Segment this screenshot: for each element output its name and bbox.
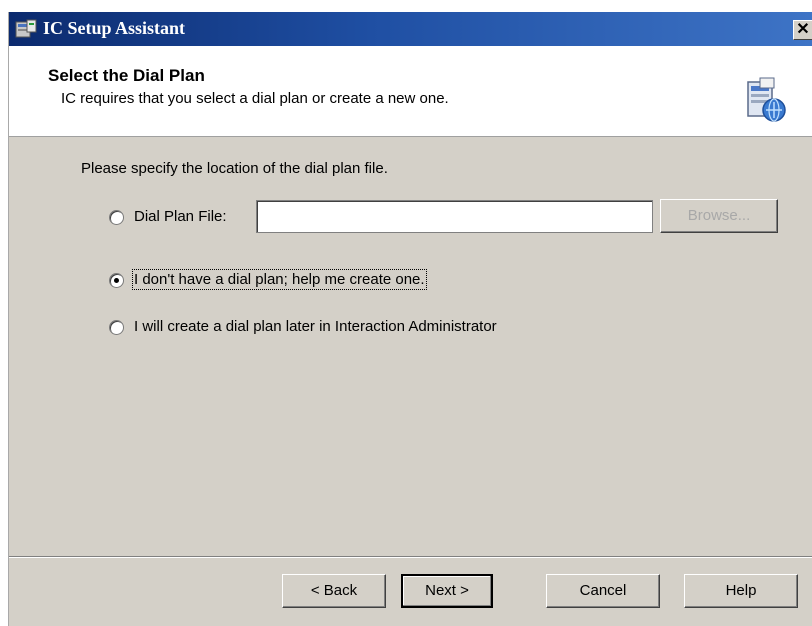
window-title: IC Setup Assistant <box>43 18 186 38</box>
setup-wizard-icon <box>747 77 786 122</box>
app-icon <box>15 19 37 38</box>
create-dial-plan-radio[interactable] <box>109 273 124 288</box>
dial-plan-file-radio[interactable] <box>109 210 124 225</box>
close-icon: ✕ <box>796 21 810 38</box>
page-subtitle: IC requires that you select a dial plan … <box>61 90 449 107</box>
title-bar[interactable]: IC Setup Assistant ✕ <box>9 12 812 46</box>
cancel-button[interactable]: Cancel <box>546 574 660 608</box>
browse-button[interactable]: Browse... <box>660 199 778 233</box>
help-button[interactable]: Help <box>684 574 798 608</box>
create-later-label: I will create a dial plan later in Inter… <box>134 318 497 335</box>
setup-assistant-window: IC Setup Assistant ✕ Select the Dial Pla… <box>8 12 812 626</box>
instruction-text: Please specify the location of the dial … <box>81 160 388 177</box>
dial-plan-file-label: Dial Plan File: <box>134 208 227 225</box>
back-button[interactable]: < Back <box>282 574 386 608</box>
next-button[interactable]: Next > <box>401 574 493 608</box>
close-button[interactable]: ✕ <box>793 20 812 40</box>
wizard-footer: < Back Next > Cancel Help <box>9 558 812 626</box>
dial-plan-file-input[interactable] <box>256 200 653 233</box>
page-title: Select the Dial Plan <box>48 66 205 85</box>
wizard-content: Please specify the location of the dial … <box>9 136 812 556</box>
wizard-header: Select the Dial Plan IC requires that yo… <box>9 46 812 137</box>
create-later-radio[interactable] <box>109 320 124 335</box>
create-dial-plan-label: I don't have a dial plan; help me create… <box>132 269 427 290</box>
